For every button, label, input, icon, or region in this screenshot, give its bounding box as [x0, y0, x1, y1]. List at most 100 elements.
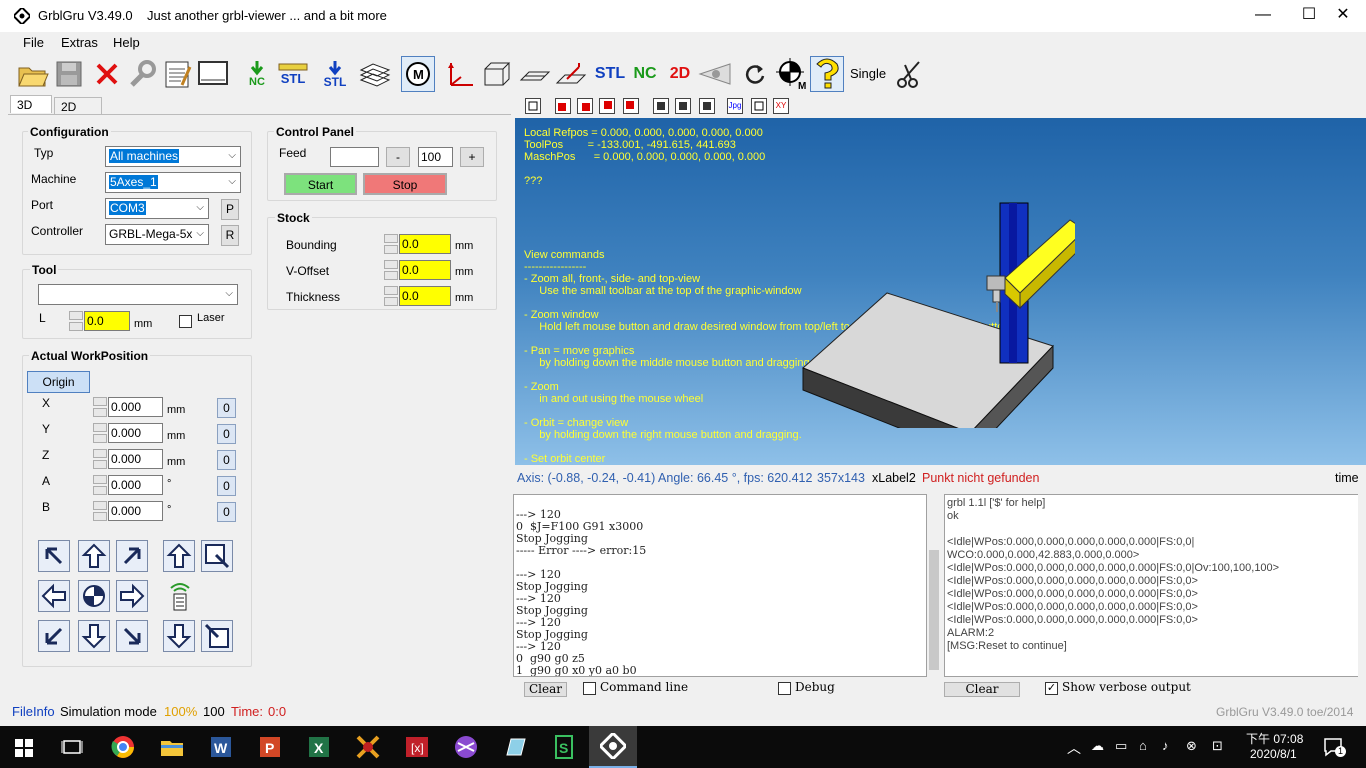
- side-view-icon[interactable]: [577, 98, 593, 114]
- save-icon[interactable]: [52, 56, 86, 92]
- task-view-icon[interactable]: [58, 733, 86, 761]
- menu-help[interactable]: Help: [113, 35, 140, 50]
- volume-icon[interactable]: ♪: [1162, 738, 1169, 753]
- axis-b-spinner[interactable]: [93, 501, 107, 521]
- jog-up-left-button[interactable]: [38, 540, 70, 572]
- single-label[interactable]: Single: [850, 66, 886, 81]
- file-explorer-icon[interactable]: [158, 733, 186, 761]
- help-icon[interactable]: [810, 56, 844, 92]
- axis-y-input[interactable]: 0.000: [108, 423, 163, 443]
- windows-start-icon[interactable]: [10, 733, 38, 761]
- axis-x-input[interactable]: 0.000: [108, 397, 163, 417]
- axis-a-zero-button[interactable]: 0: [217, 476, 236, 496]
- stl-ruler-button[interactable]: STL: [276, 56, 310, 92]
- top-view-icon[interactable]: [623, 98, 639, 114]
- purple-app-icon[interactable]: [452, 733, 480, 761]
- jog-up-right-button[interactable]: [116, 540, 148, 572]
- wrench-icon[interactable]: [124, 56, 158, 92]
- port-select[interactable]: COM3 ⌵: [105, 198, 209, 219]
- jog-a-plus-button[interactable]: [201, 540, 233, 572]
- zoom-all-icon[interactable]: [525, 98, 541, 114]
- start-button[interactable]: Start: [284, 173, 357, 195]
- axes-icon[interactable]: [444, 56, 478, 92]
- gcode-console-scrollbar[interactable]: [927, 494, 941, 677]
- voffset-spinner[interactable]: [384, 260, 398, 280]
- origin-button[interactable]: Origin: [27, 371, 90, 393]
- axis-b-input[interactable]: 0.000: [108, 501, 163, 521]
- menu-file[interactable]: File: [23, 35, 44, 50]
- tab-3d[interactable]: 3D: [10, 95, 52, 113]
- tool-select[interactable]: ⌵: [38, 284, 238, 305]
- axis-y-spinner[interactable]: [93, 423, 107, 443]
- axis-x-spinner[interactable]: [93, 397, 107, 417]
- network-icon[interactable]: ⌂: [1139, 738, 1147, 753]
- jog-a-minus-button[interactable]: [201, 620, 233, 652]
- eye-icon[interactable]: [698, 56, 732, 92]
- excel-icon[interactable]: X: [305, 733, 333, 761]
- back-view-icon[interactable]: [599, 98, 615, 114]
- jog-down-button[interactable]: [78, 620, 110, 652]
- controller-select[interactable]: GRBL-Mega-5x ⌵: [105, 224, 209, 245]
- import-stl-button[interactable]: STL: [318, 56, 352, 92]
- delete-icon[interactable]: [90, 56, 124, 92]
- scissors-icon[interactable]: [892, 56, 926, 92]
- xmind-icon[interactable]: [x]: [403, 733, 431, 761]
- monitor-icon[interactable]: [196, 56, 230, 92]
- powerpoint-icon[interactable]: P: [256, 733, 284, 761]
- iso-view-1-icon[interactable]: [653, 98, 669, 114]
- view-cube-icon[interactable]: [751, 98, 767, 114]
- cloud-icon[interactable]: ☁: [1091, 738, 1104, 754]
- open-folder-icon[interactable]: [16, 56, 50, 92]
- iso-view-3-icon[interactable]: [699, 98, 715, 114]
- bounding-spinner[interactable]: [384, 234, 398, 254]
- game-app-icon[interactable]: [354, 733, 382, 761]
- axis-x-zero-button[interactable]: 0: [217, 398, 236, 418]
- notepad-icon[interactable]: [160, 56, 194, 92]
- bounding-input[interactable]: 0.0: [399, 234, 451, 254]
- command-line-checkbox[interactable]: [583, 682, 596, 695]
- iso-view-2-icon[interactable]: [675, 98, 691, 114]
- fileinfo-link[interactable]: FileInfo: [12, 704, 55, 719]
- reset-icon[interactable]: [738, 56, 772, 92]
- typ-select[interactable]: All machines ⌵: [105, 146, 241, 167]
- axis-b-zero-button[interactable]: 0: [217, 502, 236, 522]
- jog-z-down-button[interactable]: [163, 620, 195, 652]
- word-icon[interactable]: W: [207, 733, 235, 761]
- minimize-button[interactable]: —: [1240, 0, 1286, 32]
- nc-text-button[interactable]: NC: [628, 56, 662, 92]
- clear-gcode-button[interactable]: Clear: [524, 682, 567, 697]
- jog-left-button[interactable]: [38, 580, 70, 612]
- feed-percent-input[interactable]: 100: [418, 147, 453, 167]
- feed-minus-button[interactable]: -: [386, 147, 410, 167]
- jog-home-button[interactable]: [78, 580, 110, 612]
- machine-select[interactable]: 5Axes_1 ⌵: [105, 172, 241, 193]
- stl-text-button[interactable]: STL: [593, 56, 627, 92]
- clock-time[interactable]: 下午 07:08: [1246, 730, 1303, 747]
- machine-m-button[interactable]: M: [401, 56, 435, 92]
- save-jpg-button[interactable]: Jpg: [727, 98, 743, 114]
- home-machine-icon[interactable]: M: [774, 56, 808, 92]
- grbl-response-console[interactable]: grbl 1.1l ['$' for help] ok <Idle|WPos:0.…: [944, 494, 1360, 677]
- debug-checkbox[interactable]: [778, 682, 791, 695]
- thickness-input[interactable]: 0.0: [399, 286, 451, 306]
- notification-icon[interactable]: 1: [1322, 736, 1346, 758]
- graphics-viewport[interactable]: Local Refpos = 0.000, 0.000, 0.000, 0.00…: [515, 118, 1366, 465]
- tab-2d[interactable]: 2D: [54, 97, 102, 115]
- s-app-icon[interactable]: S: [550, 733, 578, 761]
- import-nc-button[interactable]: NC: [240, 56, 274, 92]
- plane-icon[interactable]: [518, 56, 552, 92]
- feed-plus-button[interactable]: +: [460, 147, 484, 167]
- clock-date[interactable]: 2020/8/1: [1250, 747, 1297, 761]
- axis-z-zero-button[interactable]: 0: [217, 450, 236, 470]
- thickness-spinner[interactable]: [384, 286, 398, 306]
- verbose-checkbox[interactable]: ✓: [1045, 682, 1058, 695]
- axis-a-input[interactable]: 0.000: [108, 475, 163, 495]
- chrome-icon[interactable]: [109, 733, 137, 761]
- axis-y-zero-button[interactable]: 0: [217, 424, 236, 444]
- axis-a-spinner[interactable]: [93, 475, 107, 495]
- xy-plane-button[interactable]: XY: [773, 98, 789, 114]
- jog-up-button[interactable]: [78, 540, 110, 572]
- axis-z-input[interactable]: 0.000: [108, 449, 163, 469]
- mute-icon[interactable]: ⊗: [1186, 738, 1197, 754]
- remote-control-icon[interactable]: [165, 580, 195, 612]
